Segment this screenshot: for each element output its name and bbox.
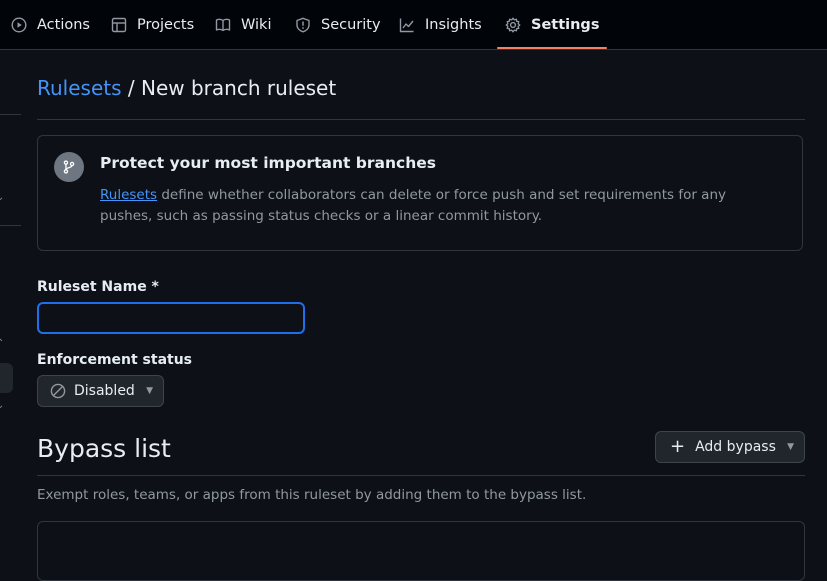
info-banner: Protect your most important branches Rul…: [37, 135, 803, 251]
breadcrumb-rulesets-link[interactable]: Rulesets: [37, 76, 122, 100]
tab-insights-label: Insights: [425, 16, 482, 33]
tab-projects-label: Projects: [137, 16, 195, 33]
tab-wiki-label: Wiki: [241, 16, 272, 33]
chevron-down-icon[interactable]: ⌄: [0, 192, 4, 203]
info-title: Protect your most important branches: [100, 154, 436, 172]
tab-security[interactable]: Security: [295, 0, 381, 49]
repo-nav-bar: Actions Projects Wiki Security Insights …: [0, 0, 827, 50]
graph-icon: [399, 18, 414, 32]
breadcrumb: Rulesets / New branch ruleset: [37, 76, 336, 100]
chevron-down-icon[interactable]: ⌄: [0, 400, 4, 411]
bypass-description: Exempt roles, teams, or apps from this r…: [37, 487, 587, 503]
caret-down-icon: ▼: [146, 386, 153, 396]
tab-settings-label: Settings: [531, 16, 600, 33]
enforcement-status-dropdown[interactable]: Disabled ▼: [37, 375, 164, 407]
tab-settings[interactable]: Settings: [496, 0, 608, 49]
sidebar-divider: [0, 114, 21, 115]
enforcement-status-value: Disabled: [74, 383, 135, 399]
bypass-divider: [37, 475, 805, 476]
bypass-list-box: [37, 521, 805, 581]
sidebar-active-item[interactable]: [0, 363, 13, 393]
tab-wiki[interactable]: Wiki: [215, 0, 271, 49]
page-title: New branch ruleset: [141, 76, 337, 100]
play-icon: [11, 16, 27, 33]
add-bypass-label: Add bypass: [695, 439, 776, 455]
gear-icon: [505, 17, 521, 32]
rulesets-docs-link[interactable]: Rulesets: [100, 187, 157, 203]
sidebar-divider: [0, 225, 21, 226]
plus-icon: +: [670, 436, 686, 457]
enforcement-status-label: Enforcement status: [37, 352, 193, 368]
info-description: Rulesets define whether collaborators ca…: [100, 185, 780, 227]
header-divider: [37, 119, 805, 120]
shield-icon: [296, 17, 310, 32]
disabled-icon: [50, 383, 66, 399]
caret-down-icon: ▼: [787, 442, 794, 452]
tab-projects[interactable]: Projects: [111, 0, 194, 49]
bypass-list-heading: Bypass list: [37, 434, 171, 463]
ruleset-name-label: Ruleset Name *: [37, 279, 159, 295]
breadcrumb-separator: /: [127, 76, 135, 100]
add-bypass-button[interactable]: + Add bypass ▼: [655, 431, 805, 463]
tab-actions-label: Actions: [37, 16, 90, 33]
table-icon: [111, 17, 127, 32]
chevron-up-icon[interactable]: ⌃: [0, 338, 4, 349]
ruleset-name-input[interactable]: [37, 302, 305, 334]
info-description-text: define whether collaborators can delete …: [100, 187, 726, 224]
tab-actions[interactable]: Actions: [11, 0, 90, 49]
git-branch-icon: [54, 152, 84, 182]
tab-security-label: Security: [321, 16, 381, 33]
book-icon: [215, 18, 231, 31]
tab-insights[interactable]: Insights: [399, 0, 482, 49]
